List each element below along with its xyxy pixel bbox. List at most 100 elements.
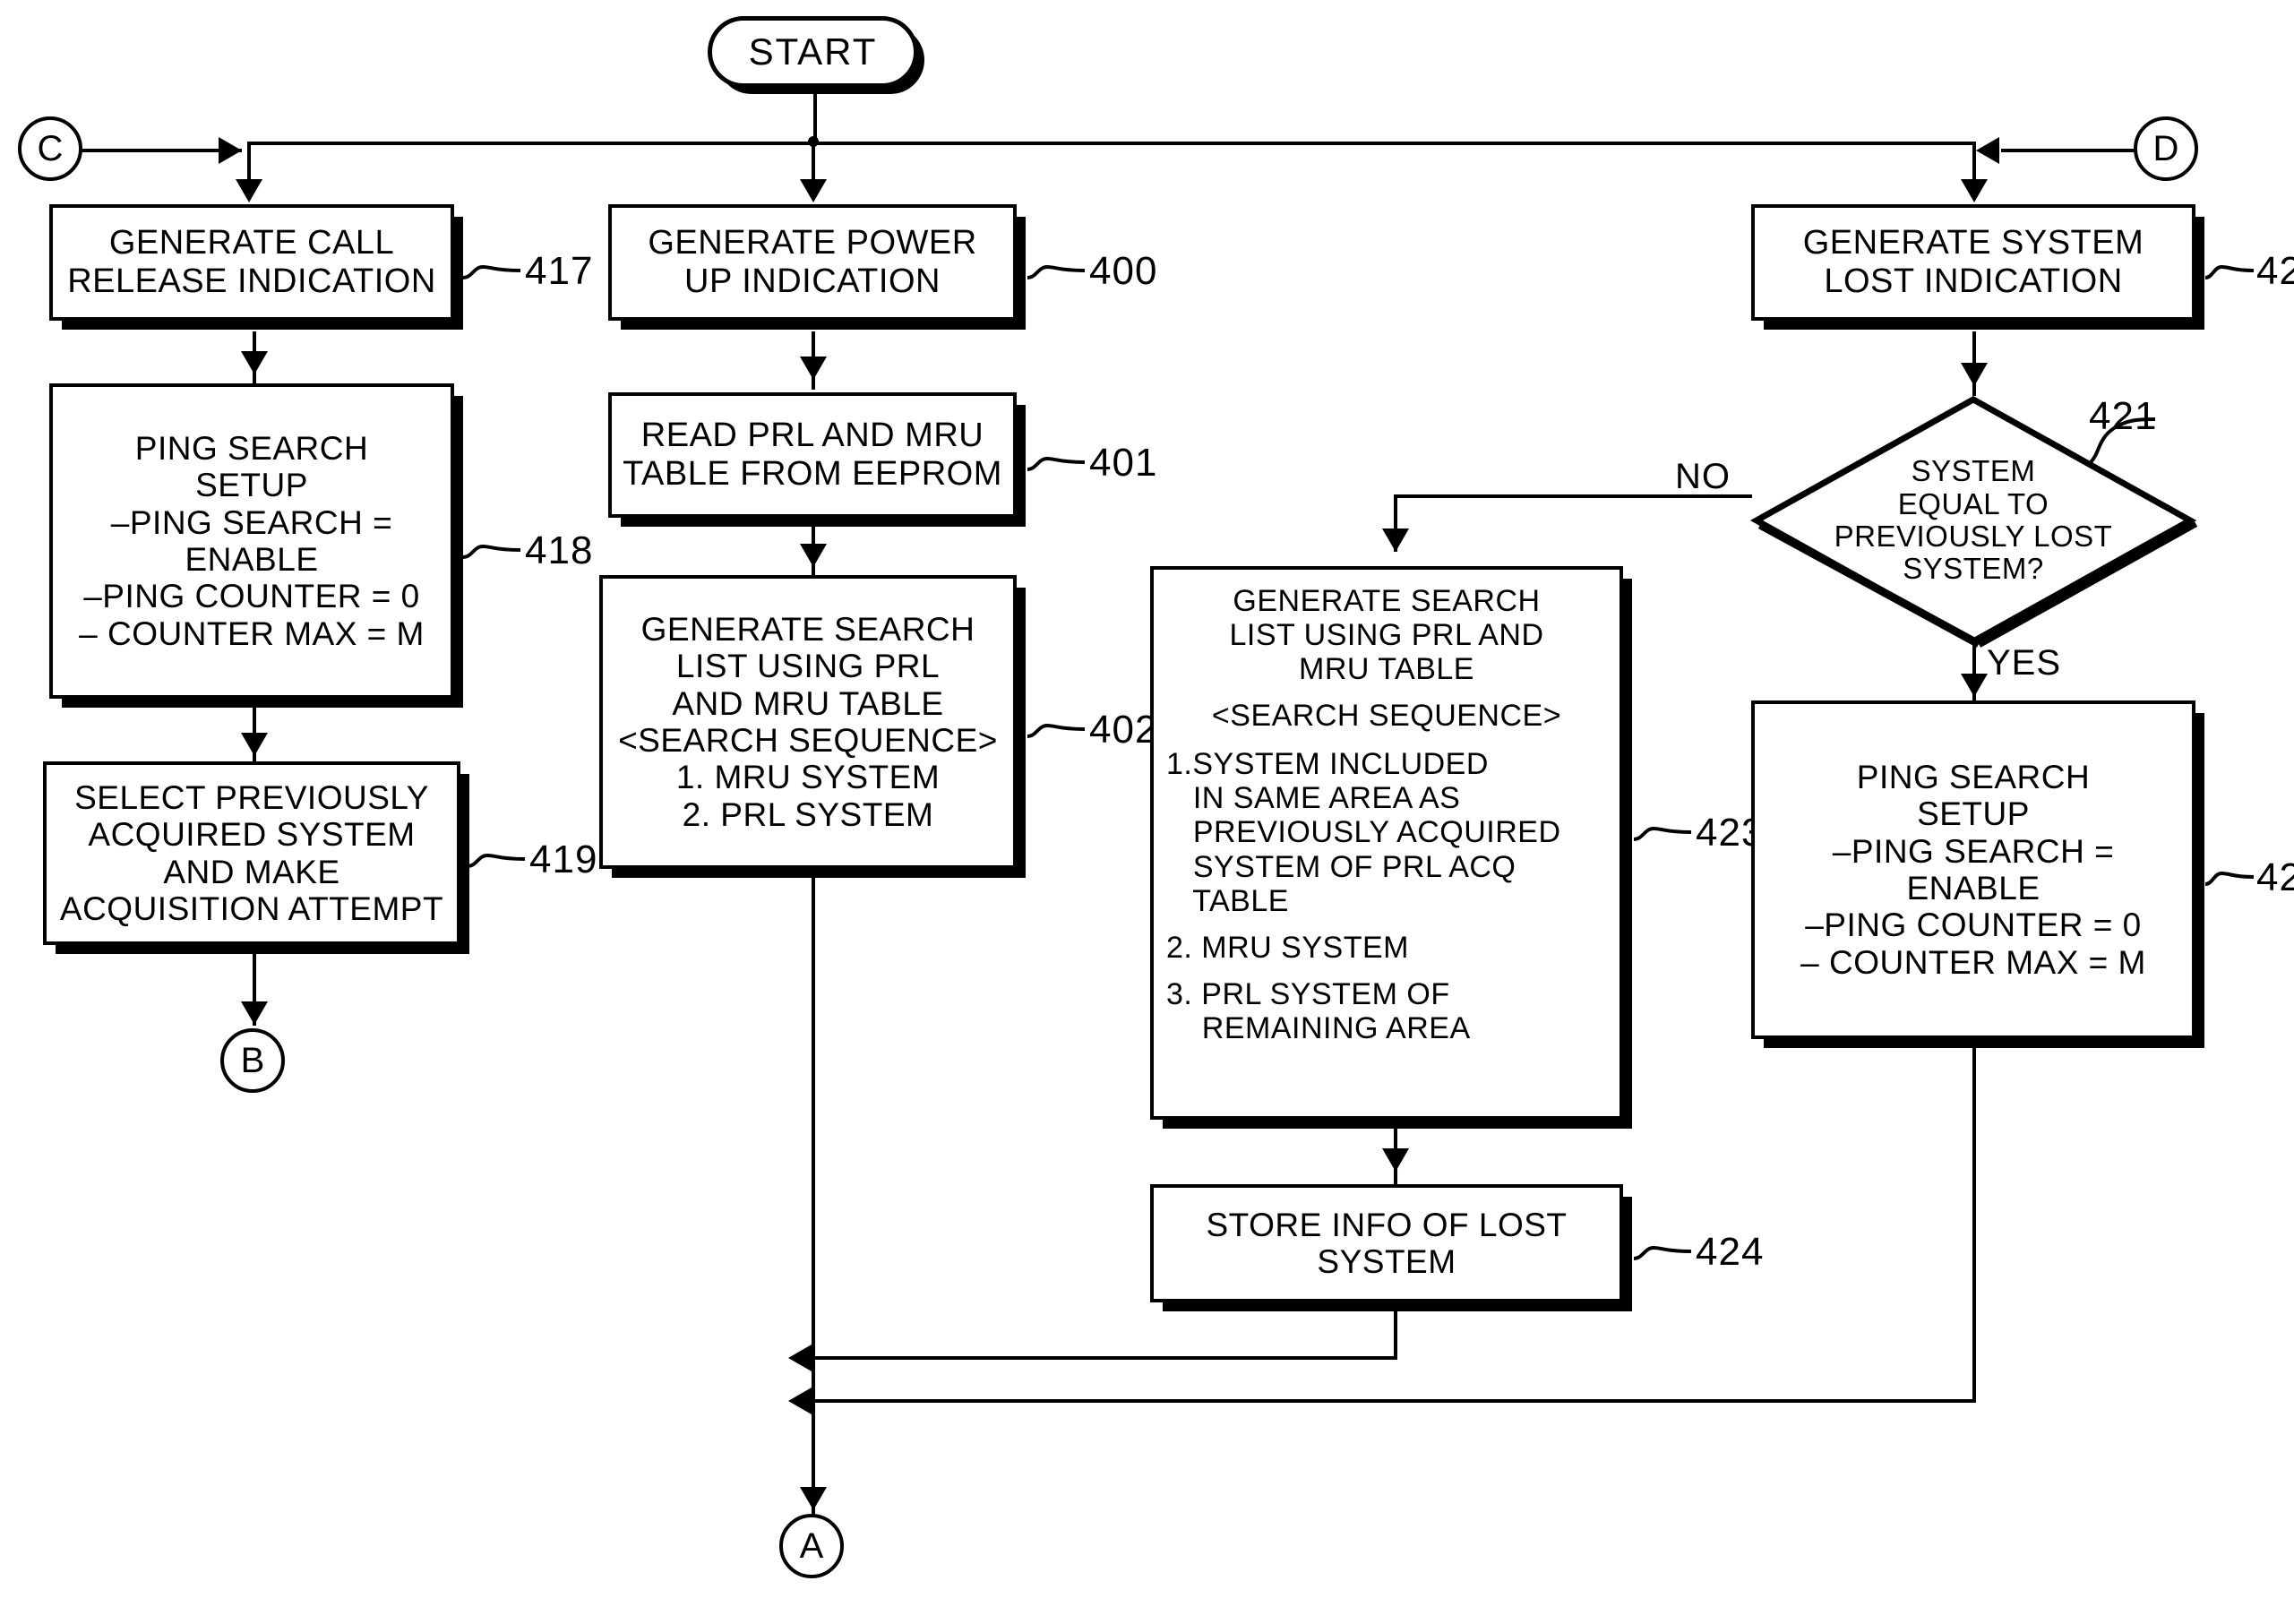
node-422-line-4: ENABLE — [1906, 870, 2041, 907]
arrowhead-421-yes — [1961, 674, 1988, 697]
connector-c: C — [18, 116, 82, 181]
node-422-line-1: PING SEARCH — [1856, 758, 2091, 795]
node-402-line-2: LIST USING PRL — [675, 648, 941, 685]
node-418-line-6: – COUNTER MAX = M — [79, 614, 425, 652]
arrowhead-424-merge — [788, 1345, 812, 1371]
node-424-line-1: STORE INFO OF LOST — [1206, 1206, 1568, 1243]
arrowhead-c-to-bus — [219, 137, 242, 164]
ref-number-401: 401 — [1089, 441, 1158, 485]
arrowhead-bus-to-420 — [1961, 179, 1988, 202]
connector-b-label: B — [240, 1040, 265, 1080]
node-417-line-1: GENERATE CALL — [108, 224, 395, 262]
node-401-line-2: TABLE FROM EEPROM — [623, 455, 1002, 493]
arrowhead-400-401 — [800, 357, 827, 380]
arrowhead-d-to-bus — [1976, 137, 1999, 164]
edge-424-down — [1394, 1301, 1397, 1360]
ref-number-421: 421 — [2089, 394, 2158, 438]
leader-422 — [2204, 864, 2257, 891]
connector-d-label: D — [2152, 128, 2179, 168]
node-423-header-2: LIST USING PRL AND — [1229, 618, 1544, 653]
node-402-line-1: GENERATE SEARCH — [640, 610, 975, 648]
node-422-line-5: –PING COUNTER = 0 — [1805, 907, 2142, 944]
leader-417 — [461, 258, 524, 285]
edge-422-left — [812, 1399, 1976, 1403]
node-423-item-5: TABLE — [1166, 883, 1289, 918]
ref-number-418: 418 — [525, 528, 594, 572]
leader-424 — [1632, 1239, 1695, 1266]
connector-a-label: A — [799, 1525, 824, 1566]
process-generate-power-up-indication: GENERATE POWER UP INDICATION — [608, 204, 1017, 321]
arrowhead-423-424 — [1382, 1148, 1409, 1172]
leader-402 — [1026, 717, 1088, 743]
node-400-line-1: GENERATE POWER — [648, 224, 977, 262]
node-418-line-1: PING SEARCH — [134, 429, 369, 467]
connector-d: D — [2134, 116, 2198, 181]
node-423-item-8: REMAINING AREA — [1166, 1010, 1471, 1045]
node-402-line-4: <SEARCH SEQUENCE> — [618, 722, 998, 759]
ref-number-420: 420 — [2256, 249, 2294, 293]
edge-422-down — [1972, 1039, 1976, 1403]
node-402-line-6: 2. PRL SYSTEM — [682, 795, 934, 833]
process-read-prl-mru-table: READ PRL AND MRU TABLE FROM EEPROM — [608, 392, 1017, 518]
edge-424-left — [812, 1356, 1397, 1360]
ref-number-422: 422 — [2256, 855, 2294, 899]
node-419-line-4: ACQUISITION ATTEMPT — [59, 889, 444, 927]
branch-label-no: NO — [1675, 457, 1731, 496]
node-423-header-4: <SEARCH SEQUENCE> — [1211, 699, 1562, 734]
arrowhead-401-402 — [800, 544, 827, 567]
arrowhead-bus-to-400 — [800, 179, 827, 202]
start-terminator: START — [708, 16, 918, 88]
node-402-line-5: 1. MRU SYSTEM — [675, 759, 941, 796]
process-ping-search-setup-right: PING SEARCH SETUP –PING SEARCH = ENABLE … — [1751, 700, 2195, 1039]
leader-420 — [2204, 258, 2257, 285]
arrowhead-420-421 — [1961, 363, 1988, 386]
ref-number-424: 424 — [1696, 1230, 1765, 1274]
process-store-info-of-lost-system: STORE INFO OF LOST SYSTEM — [1150, 1184, 1623, 1302]
arrowhead-bus-to-417 — [236, 179, 262, 202]
connector-c-label: C — [37, 128, 64, 168]
arrowhead-417-418 — [241, 351, 268, 374]
node-420-line-1: GENERATE SYSTEM — [1802, 224, 2144, 262]
node-423-item-3: PREVIOUSLY ACQUIRED — [1166, 815, 1561, 850]
process-generate-call-release-indication: GENERATE CALL RELEASE INDICATION — [49, 204, 454, 321]
node-423-header-3: MRU TABLE — [1299, 652, 1474, 687]
node-400-line-2: UP INDICATION — [684, 262, 941, 300]
ref-number-400: 400 — [1089, 249, 1158, 293]
process-generate-search-list-lost-system: GENERATE SEARCH LIST USING PRL AND MRU T… — [1150, 566, 1623, 1120]
process-generate-system-lost-indication: GENERATE SYSTEM LOST INDICATION — [1751, 204, 2195, 321]
node-419-line-2: ACQUIRED SYSTEM — [88, 816, 416, 854]
connector-b: B — [220, 1028, 285, 1093]
node-423-item-1: 1.SYSTEM INCLUDED — [1166, 747, 1489, 782]
edge-402-trunk — [812, 869, 815, 1532]
node-418-line-4: ENABLE — [185, 541, 319, 578]
leader-400 — [1026, 258, 1088, 285]
flowchart-canvas: START C D B A GENERATE CALL RELEASE INDI… — [0, 0, 2294, 1624]
node-419-line-1: SELECT PREVIOUSLY — [74, 778, 429, 816]
node-423-item-4: SYSTEM OF PRL ACQ — [1166, 849, 1516, 884]
edge-start-down — [813, 90, 817, 143]
arrowhead-trunk-to-A — [800, 1487, 827, 1510]
node-418-line-2: SETUP — [195, 467, 308, 504]
node-422-line-3: –PING SEARCH = — [1832, 832, 2115, 870]
ref-number-417: 417 — [525, 249, 594, 293]
edge-top-bus — [247, 142, 1976, 145]
ref-number-419: 419 — [529, 838, 598, 881]
node-423-header-1: GENERATE SEARCH — [1233, 584, 1541, 618]
process-ping-search-setup-left: PING SEARCH SETUP –PING SEARCH = ENABLE … — [49, 383, 454, 699]
arrowhead-422-merge — [788, 1388, 812, 1414]
leader-401 — [1026, 450, 1088, 477]
node-402-line-3: AND MRU TABLE — [672, 684, 944, 722]
start-label: START — [748, 30, 878, 73]
node-423-item-2: IN SAME AREA AS — [1166, 781, 1461, 816]
edge-c-to-bus — [81, 149, 242, 152]
branch-label-yes: YES — [1987, 643, 2062, 683]
arrowhead-418-419 — [241, 733, 268, 756]
arrowhead-421-no — [1382, 528, 1409, 552]
node-418-line-3: –PING SEARCH = — [110, 503, 393, 541]
edge-d-to-bus — [2001, 149, 2135, 152]
node-419-line-3: AND MAKE — [163, 853, 340, 890]
process-generate-search-list-prl-mru: GENERATE SEARCH LIST USING PRL AND MRU T… — [599, 575, 1017, 869]
node-401-line-1: READ PRL AND MRU — [640, 417, 984, 455]
node-420-line-2: LOST INDICATION — [1824, 262, 2123, 300]
connector-a: A — [779, 1514, 844, 1578]
